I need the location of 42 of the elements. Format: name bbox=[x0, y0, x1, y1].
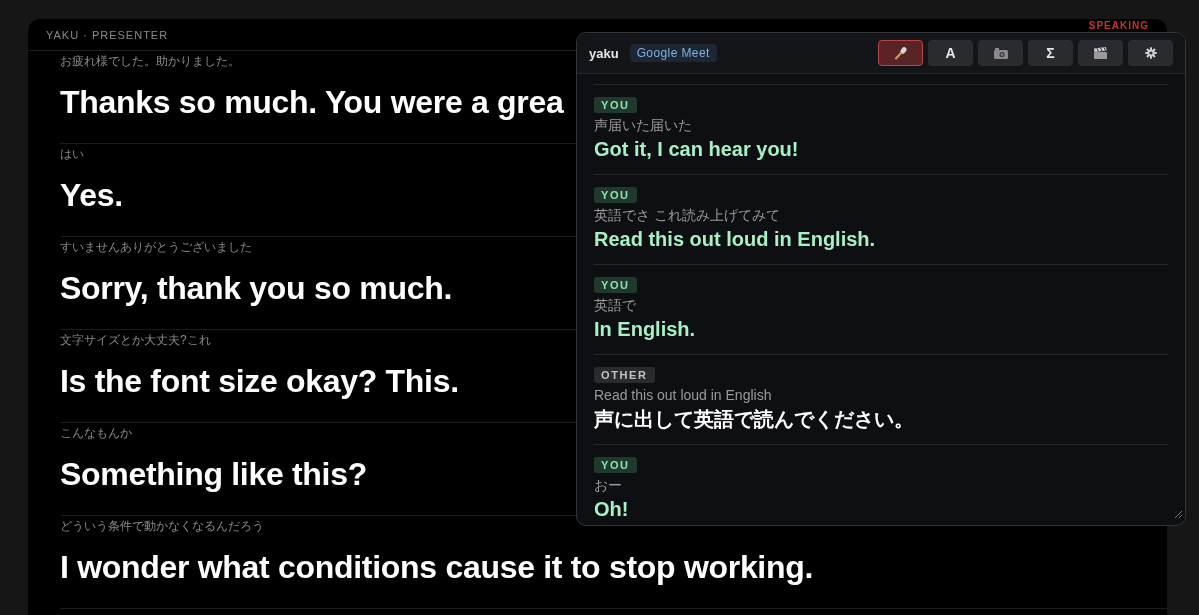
source-text: お疲れ様でした。助かりました。 bbox=[60, 53, 240, 69]
translation-text: Something like this? bbox=[60, 455, 367, 494]
source-text: 英語でさ これ読み上げてみて bbox=[594, 206, 781, 224]
source-text: Read this out loud in English bbox=[594, 386, 773, 404]
translation-text: Got it, I can hear you! bbox=[594, 137, 800, 162]
source-text: 英語で bbox=[594, 296, 637, 314]
translation-text: Oh! bbox=[594, 497, 630, 522]
source-text: おー bbox=[594, 476, 623, 494]
resize-grip-icon[interactable] bbox=[1174, 510, 1183, 519]
source-text: こんなもんか bbox=[60, 425, 132, 441]
status-label: SPEAKING bbox=[1088, 21, 1149, 31]
clapperboard-button[interactable] bbox=[1078, 40, 1123, 66]
clapperboard-icon bbox=[1093, 46, 1108, 60]
translation-text: In English. bbox=[594, 317, 697, 342]
speaker-badge: YOU bbox=[594, 457, 637, 473]
source-text: どういう条件で動かなくなるんだろう bbox=[60, 518, 264, 534]
translation-text: Read this out loud in English. bbox=[594, 227, 877, 252]
source-badge: Google Meet bbox=[629, 44, 717, 62]
microphone-icon bbox=[893, 46, 908, 60]
settings-button[interactable] bbox=[1128, 40, 1173, 66]
translation-text: Sorry, thank you so much. bbox=[60, 269, 452, 308]
text-button[interactable]: Σ bbox=[1028, 40, 1073, 66]
camera-button[interactable] bbox=[978, 40, 1023, 66]
translation-text: Is the font size okay? This. bbox=[60, 362, 459, 401]
translation-text: 声に出して英語で読んでください。 bbox=[594, 407, 915, 432]
speaker-badge: YOU bbox=[594, 97, 637, 113]
app-name: yaku bbox=[589, 45, 619, 61]
translation-text: I wonder what conditions cause it to stop working. bbox=[60, 548, 814, 587]
translation-text: Yes. bbox=[60, 176, 123, 215]
settings-icon bbox=[1144, 47, 1157, 59]
text-button[interactable]: A bbox=[928, 40, 973, 66]
app-title: YAKU · PRESENTER bbox=[46, 28, 169, 41]
source-text: すいませんありがとうございました bbox=[60, 239, 252, 255]
speaker-badge: YOU bbox=[594, 187, 637, 203]
source-text: はい bbox=[60, 146, 84, 162]
camera-icon bbox=[992, 46, 1009, 60]
microphone-button[interactable] bbox=[878, 40, 923, 66]
source-text: 文字サイズとか大丈夫?これ bbox=[60, 332, 211, 348]
speaker-badge: YOU bbox=[594, 277, 637, 293]
source-text: 声届いた届いた bbox=[594, 116, 693, 134]
speaker-badge: OTHER bbox=[594, 367, 655, 383]
translation-text: Thanks so much. You were a grea bbox=[60, 83, 564, 122]
